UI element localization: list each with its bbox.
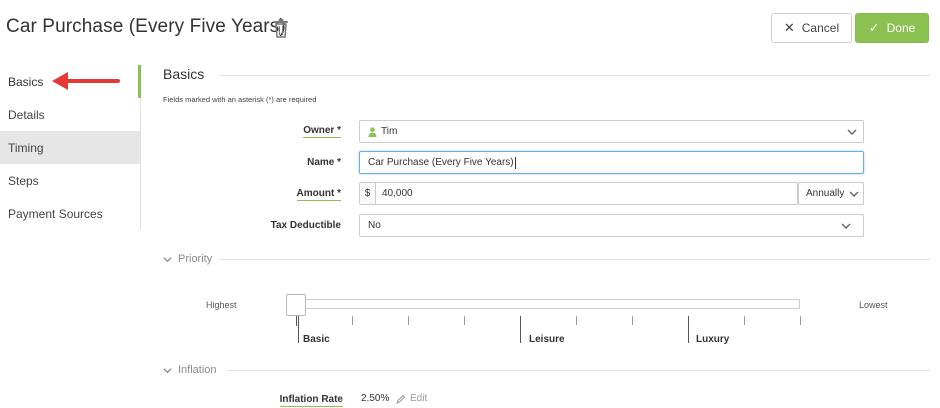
person-icon <box>368 126 377 137</box>
tax-deductible-select[interactable]: No <box>359 214 864 237</box>
priority-slider-track[interactable] <box>296 299 800 309</box>
tick-minor <box>352 316 353 325</box>
inflation-divider <box>228 370 930 371</box>
check-icon: ✓ <box>868 20 880 35</box>
trash-icon[interactable] <box>273 18 289 38</box>
sidebar-item-label: Payment Sources <box>8 206 103 221</box>
chevron-down-icon <box>841 223 851 229</box>
text-cursor <box>514 156 516 169</box>
tax-deductible-label: Tax Deductible <box>270 220 341 231</box>
inflation-rate-label: Inflation Rate <box>279 394 343 407</box>
annotation-arrow-icon <box>52 72 120 90</box>
page-title: Car Purchase (Every Five Years) <box>6 16 286 37</box>
done-button[interactable]: ✓ Done <box>855 13 929 43</box>
priority-lowest-label: Lowest <box>859 300 888 310</box>
tick-major <box>520 316 521 343</box>
tick-minor <box>464 316 465 325</box>
sidebar-item-payment-sources[interactable]: Payment Sources <box>0 197 141 230</box>
chevron-down-icon <box>847 129 857 135</box>
sidebar-item-details[interactable]: Details <box>0 98 141 131</box>
section-divider <box>220 75 930 76</box>
frequency-value: Annually <box>806 188 845 199</box>
pencil-icon <box>396 394 406 404</box>
priority-level-leisure: Leisure <box>529 334 565 345</box>
chevron-down-icon <box>163 367 172 373</box>
priority-level-luxury: Luxury <box>696 334 730 345</box>
inflation-heading: Inflation <box>178 364 217 376</box>
sidebar-item-label: Basics <box>8 74 44 89</box>
priority-divider <box>220 259 930 260</box>
owner-label: Owner * <box>303 125 341 138</box>
name-label: Name * <box>307 157 341 168</box>
sidebar-item-steps[interactable]: Steps <box>0 164 141 197</box>
amount-value: 40,000 <box>382 188 413 199</box>
tax-deductible-value: No <box>368 220 381 231</box>
sidebar-item-label: Steps <box>8 173 39 188</box>
priority-heading: Priority <box>178 253 213 265</box>
sidebar-item-label: Details <box>8 107 45 122</box>
inflation-rate-value: 2.50% <box>361 393 390 404</box>
currency-prefix: $ <box>360 183 376 204</box>
amount-label: Amount * <box>296 188 341 201</box>
edit-label: Edit <box>410 393 428 404</box>
required-note: Fields marked with an asterisk (*) are r… <box>163 95 317 104</box>
tick-minor <box>744 316 745 325</box>
priority-level-basic: Basic <box>303 334 330 345</box>
name-value: Car Purchase (Every Five Years) <box>368 157 514 168</box>
tick-major <box>688 316 689 343</box>
cancel-button[interactable]: ✕ Cancel <box>771 13 852 43</box>
owner-value: Tim <box>381 126 398 137</box>
done-button-label: Done <box>886 21 916 35</box>
tick-minor <box>408 316 409 325</box>
name-field[interactable]: Car Purchase (Every Five Years) <box>359 151 864 174</box>
priority-toggle[interactable]: Priority <box>163 253 212 265</box>
chevron-down-icon <box>163 256 172 262</box>
chevron-down-icon <box>849 191 859 197</box>
cancel-button-label: Cancel <box>801 21 840 35</box>
section-title: Basics <box>163 66 205 82</box>
tick-minor <box>632 316 633 325</box>
close-icon: ✕ <box>783 20 795 35</box>
tick-minor <box>576 316 577 325</box>
amount-field[interactable]: $ 40,000 <box>359 182 798 205</box>
inflation-toggle[interactable]: Inflation <box>163 364 217 376</box>
sidebar-item-timing[interactable]: Timing <box>0 131 141 164</box>
priority-slider-handle[interactable] <box>286 294 306 316</box>
tick-minor <box>800 316 801 325</box>
tick-minor <box>296 316 297 326</box>
owner-select[interactable]: Tim <box>359 120 864 143</box>
edit-inflation-link[interactable]: Edit <box>396 393 427 404</box>
tick-major <box>298 316 299 343</box>
priority-highest-label: Highest <box>206 300 237 310</box>
sidebar-item-label: Timing <box>8 140 44 155</box>
frequency-select[interactable]: Annually <box>798 182 864 205</box>
